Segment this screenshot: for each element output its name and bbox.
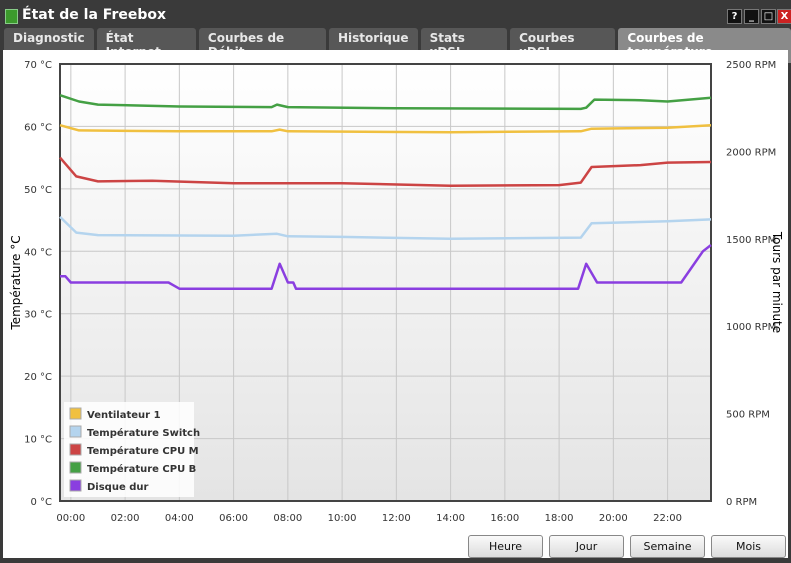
x-tick-label: 16:00 [490,513,519,524]
y2-axis-label: Tours par minute [770,231,784,333]
range-heure-button[interactable]: Heure [468,535,543,558]
x-tick-label: 06:00 [219,513,248,524]
maximize-button[interactable]: □ [761,9,776,24]
x-tick-label: 12:00 [382,513,411,524]
y2-tick-label: 1000 RPM [726,322,776,333]
y-tick-label: 50 °C [24,185,52,196]
minimize-button[interactable]: _ [744,9,759,24]
x-tick-label: 20:00 [599,513,628,524]
close-button[interactable]: X [777,9,791,24]
x-tick-label: 04:00 [165,513,194,524]
x-tick-label: 00:00 [56,513,85,524]
range-semaine-button[interactable]: Semaine [630,535,705,558]
legend-entry: Température CPU B [87,463,196,475]
freebox-icon [5,9,18,24]
y-tick-label: 20 °C [24,372,52,383]
legend-swatch [69,407,82,420]
x-tick-label: 22:00 [653,513,682,524]
legend-swatch [69,443,82,456]
legend-entry: Température CPU M [87,445,199,457]
freebox-window: État de la Freebox ? _ □ X Diagnostic Éta… [0,0,791,563]
legend-entry: Disque dur [87,482,148,493]
y2-tick-label: 0 RPM [726,497,757,508]
range-mois-button[interactable]: Mois [711,535,786,558]
range-jour-button[interactable]: Jour [549,535,624,558]
y-tick-label: 70 °C [24,60,52,71]
x-tick-label: 10:00 [328,513,357,524]
y2-tick-label: 2000 RPM [726,147,776,158]
help-button[interactable]: ? [727,9,742,24]
y-axis-label: Température °C [9,235,23,330]
y2-tick-label: 500 RPM [726,410,770,421]
y2-tick-label: 2500 RPM [726,60,776,71]
y2-tick-label: 1500 RPM [726,235,776,246]
y-tick-label: 30 °C [24,310,52,321]
legend-swatch [69,479,82,492]
temperature-chart: 0 °C 10 °C 20 °C 30 °C 40 °C 50 °C 60 °C 70 °C 0… [9,60,784,524]
legend-swatch [69,425,82,438]
x-tick-label: 18:00 [545,513,574,524]
x-tick-label: 02:00 [111,513,140,524]
x-tick-label: 14:00 [436,513,465,524]
legend-entry: Ventilateur 1 [87,410,161,421]
x-tick-label: 08:00 [273,513,302,524]
chart-panel: 0 °C 10 °C 20 °C 30 °C 40 °C 50 °C 60 °C 70 °C 0… [3,50,788,558]
legend-swatch [69,461,82,474]
y-tick-label: 60 °C [24,122,52,133]
y-tick-label: 40 °C [24,247,52,258]
y-tick-label: 10 °C [24,435,52,446]
y-tick-label: 0 °C [30,497,52,508]
legend-entry: Température Switch [87,427,200,439]
window-title: État de la Freebox [22,7,167,23]
